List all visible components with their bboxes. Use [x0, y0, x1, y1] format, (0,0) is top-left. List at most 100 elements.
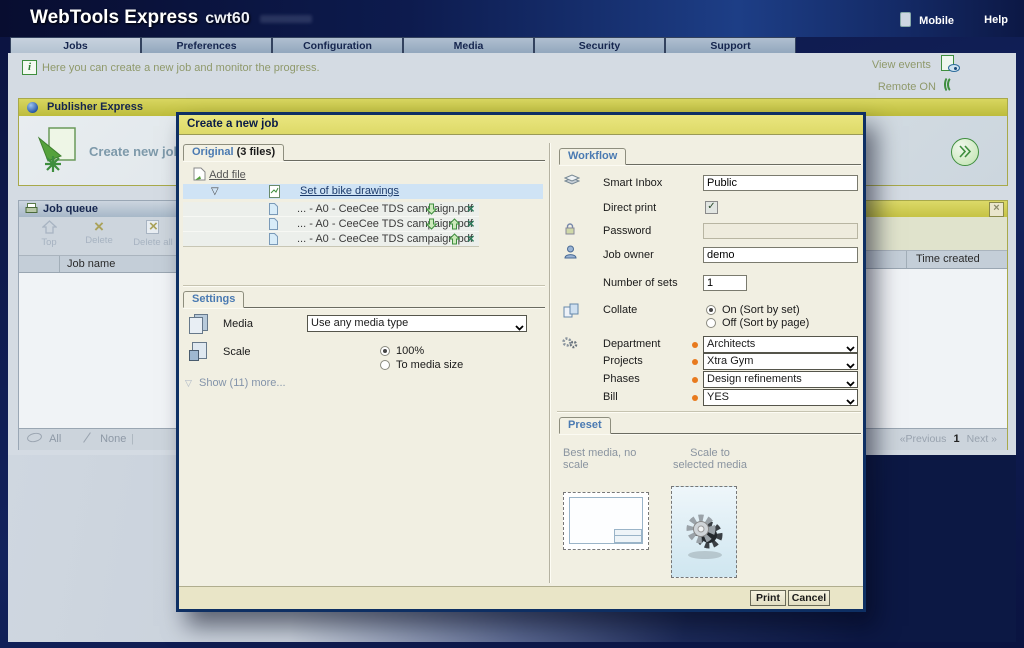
preset-scale-thumbnail[interactable] — [671, 486, 737, 578]
gear-icon — [681, 505, 729, 564]
lock-icon — [565, 223, 575, 238]
dialog-button-bar: Print Cancel — [179, 586, 863, 609]
dialog-title-bar: Create a new job — [179, 115, 863, 135]
phases-label: Phases — [603, 373, 640, 385]
remove-file-icon[interactable]: × — [467, 203, 475, 215]
help-link[interactable]: Help — [984, 14, 1008, 26]
collate-off-label: Off (Sort by page) — [722, 317, 809, 329]
mobile-icon — [900, 12, 911, 27]
delete-all-icon: × — [144, 220, 162, 234]
time-created-label: Time created — [916, 253, 980, 265]
scale-label: Scale — [223, 346, 251, 358]
original-tab-label: Original — [192, 146, 234, 158]
info-message: Here you can create a new job and monito… — [42, 62, 320, 74]
collate-on-label: On (Sort by set) — [722, 304, 800, 316]
top-header-bar: WebTools Expresscwt60 Mobile Help — [0, 0, 1024, 37]
scale-100-radio[interactable] — [380, 346, 390, 356]
add-file-label: Add file — [209, 169, 246, 181]
direct-print-label: Direct print — [603, 202, 656, 214]
preset-option1-label: Best media, no scale — [563, 447, 665, 471]
remote-on-icon — [944, 76, 960, 96]
password-input[interactable] — [703, 223, 858, 239]
collate-off-radio[interactable] — [706, 318, 716, 328]
mobile-label: Mobile — [919, 15, 954, 27]
bill-select[interactable]: YES — [703, 389, 858, 406]
remove-file-icon[interactable]: × — [467, 218, 475, 230]
bill-label: Bill — [603, 391, 618, 403]
dropdown-chevron-icon — [515, 321, 524, 336]
top-label: Top — [41, 237, 56, 248]
publisher-title: Publisher Express — [47, 101, 143, 113]
mobile-link[interactable]: Mobile — [900, 12, 954, 27]
app-title: WebTools Expresscwt60 — [30, 7, 312, 29]
tab-support[interactable]: Support — [665, 37, 796, 53]
required-dot — [692, 359, 698, 365]
document-set-icon — [269, 185, 280, 203]
pagination-previous[interactable]: «Previous — [900, 433, 947, 445]
delete-button[interactable]: × Delete — [77, 220, 121, 246]
phases-select-value: Design refinements — [707, 373, 802, 385]
top-button[interactable]: Top — [29, 220, 69, 248]
number-of-sets-input[interactable] — [703, 275, 747, 291]
job-owner-input[interactable] — [703, 247, 858, 263]
file-group-row: ▽ Set of bike drawings — [183, 184, 543, 199]
print-button[interactable]: Print — [750, 590, 786, 606]
scale-100-label: 100% — [396, 345, 424, 357]
user-icon — [564, 245, 577, 262]
publisher-next-button[interactable] — [951, 138, 979, 166]
file-row: ... - A0 - CeeCee TDS campaign.pdf × — [183, 202, 479, 217]
select-all-link[interactable]: All — [27, 429, 61, 450]
department-select[interactable]: Architects — [703, 336, 858, 353]
scale-media-label: To media size — [396, 359, 463, 371]
phases-select[interactable]: Design refinements — [703, 371, 858, 388]
remote-toggle[interactable]: Remote ON — [878, 76, 960, 96]
collapse-triangle-icon[interactable]: ▽ — [211, 184, 219, 199]
top-arrow-icon — [42, 226, 57, 237]
view-events-link[interactable]: View events — [872, 55, 960, 75]
projects-select[interactable]: Xtra Gym — [703, 353, 858, 370]
smart-inbox-input[interactable] — [703, 175, 858, 191]
delete-all-button[interactable]: × Delete all — [127, 220, 179, 248]
scale-media-radio[interactable] — [380, 360, 390, 370]
delete-x-icon: × — [94, 217, 104, 236]
add-file-link[interactable]: Add file — [193, 167, 246, 184]
move-up-icon[interactable] — [449, 233, 460, 249]
media-select-value: Use any media type — [311, 317, 408, 329]
redacted-text — [260, 15, 312, 23]
settings-top-groove — [183, 285, 545, 287]
tab-media[interactable]: Media — [403, 37, 534, 53]
pagination-page: 1 — [953, 433, 959, 445]
department-gears-icon — [562, 336, 579, 353]
file-row: ... - A0 - CeeCee TDS campaign.pdf × — [183, 232, 479, 247]
collate-label: Collate — [603, 304, 637, 316]
chevron-right-icon — [958, 149, 972, 161]
tab-security[interactable]: Security — [534, 37, 665, 53]
tab-jobs[interactable]: Jobs — [10, 37, 141, 53]
info-icon: i — [22, 60, 37, 75]
job-queue-title: Job queue — [43, 203, 98, 215]
show-more-link[interactable]: ▽ Show (11) more... — [185, 377, 286, 389]
all-icon — [26, 432, 43, 444]
tab-configuration[interactable]: Configuration — [272, 37, 403, 53]
file-name: ... - A0 - CeeCee TDS campaign.pdf — [297, 202, 473, 216]
collate-on-radio[interactable] — [706, 305, 716, 315]
file-group-link[interactable]: Set of bike drawings — [300, 184, 399, 199]
add-file-icon — [193, 172, 209, 184]
file-row: ... - A0 - CeeCee TDS campaign.pdf × — [183, 217, 479, 232]
dialog-title: Create a new job — [187, 118, 278, 130]
preset-best-media-thumbnail[interactable] — [563, 492, 649, 550]
tab-preferences[interactable]: Preferences — [141, 37, 272, 53]
remove-file-icon[interactable]: × — [467, 233, 475, 245]
cancel-button[interactable]: Cancel — [788, 590, 830, 606]
media-select[interactable]: Use any media type — [307, 315, 527, 332]
settings-section-tab: Settings — [183, 291, 244, 308]
view-events-label: View events — [872, 59, 931, 71]
view-events-icon — [940, 55, 960, 72]
select-none-link[interactable]: None — [81, 429, 126, 450]
close-panel-button[interactable]: × — [989, 202, 1004, 217]
pagination-next[interactable]: Next » — [967, 433, 997, 445]
settings-tab-label: Settings — [192, 293, 235, 305]
department-label: Department — [603, 338, 660, 350]
workflow-section-tab: Workflow — [559, 148, 626, 165]
direct-print-checkbox[interactable]: ✓ — [705, 201, 718, 214]
